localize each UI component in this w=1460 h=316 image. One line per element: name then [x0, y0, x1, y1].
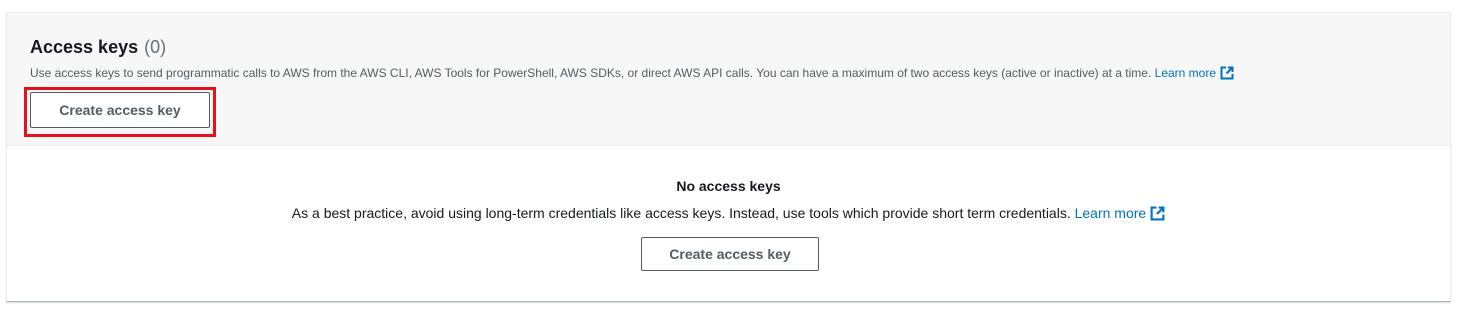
section-description-text: Use access keys to send programmatic cal…: [30, 66, 1152, 80]
access-keys-panel: Access keys (0) Use access keys to send p…: [6, 12, 1451, 302]
section-description: Use access keys to send programmatic cal…: [30, 66, 1234, 83]
section-title: Access keys (0): [30, 37, 166, 58]
external-link-icon: [1150, 206, 1165, 224]
access-keys-count: (0): [144, 37, 167, 57]
access-keys-header: Access keys (0) Use access keys to send p…: [7, 13, 1450, 146]
external-link-icon: [1220, 66, 1234, 83]
learn-more-label-empty: Learn more: [1074, 205, 1147, 221]
create-access-key-button-empty-state[interactable]: Create access key: [641, 237, 819, 271]
empty-state-title: No access keys: [676, 178, 781, 194]
learn-more-label: Learn more: [1154, 66, 1217, 80]
section-title-text: Access keys: [30, 37, 139, 57]
empty-state-description-text: As a best practice, avoid using long-ter…: [291, 205, 1071, 221]
learn-more-link-empty[interactable]: Learn more: [1075, 205, 1166, 221]
create-access-key-button[interactable]: Create access key: [30, 92, 210, 128]
empty-state-description: As a best practice, avoid using long-ter…: [7, 205, 1450, 224]
learn-more-link-header[interactable]: Learn more: [1155, 66, 1234, 80]
